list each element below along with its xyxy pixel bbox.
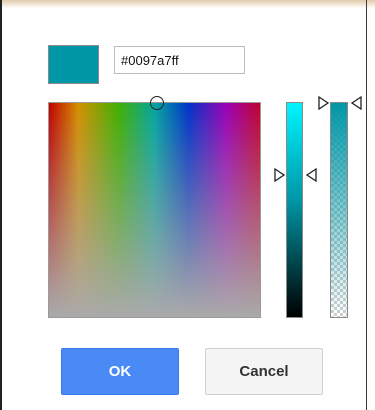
color-preview-swatch: [48, 45, 99, 84]
cancel-button[interactable]: Cancel: [205, 348, 323, 395]
opacity-slider[interactable]: [330, 102, 348, 318]
window-top-edge: [0, 0, 375, 8]
saturation-gradient: [49, 103, 260, 317]
brightness-slider-right-arrow-icon[interactable]: [305, 168, 317, 182]
brightness-slider-left-arrow-icon[interactable]: [274, 168, 286, 182]
hex-color-input[interactable]: [114, 46, 245, 74]
opacity-gradient: [331, 103, 347, 317]
window-left-edge: [0, 0, 2, 410]
brightness-slider[interactable]: [286, 102, 303, 318]
window-right-divider: [366, 0, 367, 410]
hue-saturation-palette[interactable]: [48, 102, 261, 318]
ok-button[interactable]: OK: [61, 348, 179, 395]
palette-picker-handle[interactable]: [150, 96, 164, 110]
opacity-slider-left-arrow-icon[interactable]: [318, 96, 330, 110]
opacity-slider-right-arrow-icon[interactable]: [350, 96, 362, 110]
